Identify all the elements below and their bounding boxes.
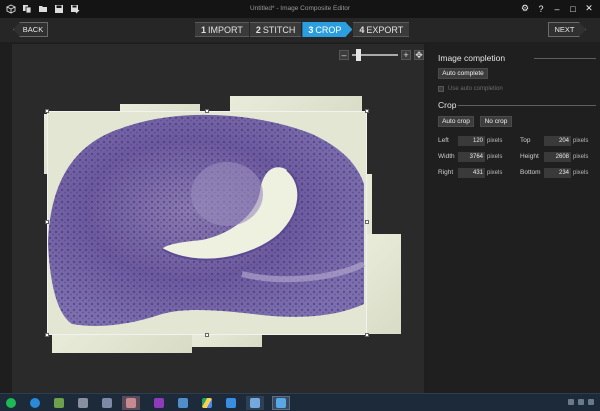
crop-handle-top-right[interactable] [365, 109, 369, 113]
onenote-icon[interactable] [150, 396, 168, 410]
window-controls: ⚙ ? – □ ✕ [518, 2, 596, 15]
crop-settings-panel: Image completion Auto complete Use auto … [428, 44, 600, 393]
crop-handle-bottom-left[interactable] [45, 333, 49, 337]
use-auto-completion-label: Use auto completion [448, 86, 503, 92]
crop-handle-top-left[interactable] [45, 109, 49, 113]
bottom-label: Bottom [520, 169, 541, 176]
left-label: Left [438, 137, 449, 144]
gpu-tool-icon[interactable] [50, 396, 68, 410]
step-label: IMPORT [208, 24, 243, 35]
crop-handle-right[interactable] [365, 220, 369, 224]
panorama-canvas[interactable]: – + ✥ [12, 44, 424, 393]
top-unit: pixels [573, 138, 589, 144]
close-icon[interactable]: ✕ [582, 2, 596, 15]
step-import[interactable]: 1 IMPORT [195, 22, 249, 37]
auto-complete-button[interactable]: Auto complete [438, 68, 488, 79]
top-label: Top [520, 137, 531, 144]
top-input[interactable]: 204 [544, 136, 571, 146]
minimize-icon[interactable]: – [550, 2, 564, 15]
step-number: 1 [201, 24, 207, 35]
windows-icon[interactable] [246, 396, 264, 410]
step-number: 3 [308, 24, 314, 35]
window-title: Untitled* - Image Composite Editor [249, 5, 351, 12]
step-label: EXPORT [366, 24, 404, 35]
tray-icon[interactable] [588, 399, 594, 405]
zoom-slider[interactable] [352, 49, 398, 61]
left-unit: pixels [487, 138, 503, 144]
checkbox-box[interactable] [438, 86, 444, 92]
step-navigation: BACK 1 IMPORT 2 STITCH 3 CROP 4 EXPORT NEXT [0, 18, 600, 42]
right-label: Right [438, 169, 454, 176]
back-button[interactable]: BACK [13, 22, 48, 37]
zoom-to-fit-icon[interactable]: ✥ [414, 50, 424, 60]
crop-handle-bottom-right[interactable] [365, 333, 369, 337]
app-icon[interactable] [98, 396, 116, 410]
crop-handle-left[interactable] [45, 220, 49, 224]
crop-handle-top[interactable] [205, 109, 209, 113]
image-viewer-icon[interactable] [174, 396, 192, 410]
tray-icon[interactable] [578, 399, 584, 405]
height-unit: pixels [573, 154, 589, 160]
crop-rectangle[interactable] [45, 109, 369, 337]
zoom-slider-thumb[interactable] [356, 49, 361, 61]
zoom-in-button[interactable]: + [401, 50, 411, 60]
step-number: 4 [359, 24, 365, 35]
wizard-steps: 1 IMPORT 2 STITCH 3 CROP 4 EXPORT [195, 22, 410, 37]
step-crop[interactable]: 3 CROP [302, 22, 352, 37]
spotify-icon[interactable] [2, 396, 20, 410]
zoom-out-button[interactable]: – [339, 50, 349, 60]
help-icon[interactable]: ? [534, 2, 548, 15]
maximize-icon[interactable]: □ [566, 2, 580, 15]
image-completion-title: Image completion [438, 53, 506, 63]
section-divider [534, 58, 596, 59]
crop-title: Crop [438, 100, 457, 110]
internet-explorer-icon[interactable] [26, 396, 44, 410]
app-icon[interactable] [74, 396, 92, 410]
tray-icon[interactable] [568, 399, 574, 405]
next-button[interactable]: NEXT [548, 22, 586, 37]
step-number: 2 [255, 24, 261, 35]
title-bar: Untitled* - Image Composite Editor ⚙ ? –… [0, 0, 600, 18]
taskbar [0, 393, 600, 411]
step-stitch[interactable]: 2 STITCH [249, 22, 302, 37]
step-label: STITCH [262, 24, 296, 35]
crop-handle-bottom[interactable] [205, 333, 209, 337]
height-label: Height [520, 153, 539, 160]
photo-app-icon[interactable] [122, 396, 140, 410]
system-tray [568, 399, 594, 405]
bottom-input[interactable]: 234 [544, 168, 571, 178]
step-label: CROP [315, 24, 342, 35]
width-unit: pixels [487, 154, 503, 160]
use-auto-completion-checkbox[interactable]: Use auto completion [438, 86, 503, 92]
bottom-unit: pixels [573, 170, 589, 176]
right-input[interactable]: 431 [458, 168, 485, 178]
google-drive-icon[interactable] [198, 396, 216, 410]
no-crop-button[interactable]: No crop [480, 116, 512, 127]
height-input[interactable]: 2608 [544, 152, 571, 162]
right-unit: pixels [487, 170, 503, 176]
image-composite-editor-icon[interactable] [272, 396, 290, 410]
width-label: Width [438, 153, 455, 160]
settings-icon[interactable]: ⚙ [518, 2, 532, 15]
app-icon[interactable] [222, 396, 240, 410]
step-export[interactable]: 4 EXPORT [353, 22, 410, 37]
section-divider [458, 105, 596, 106]
width-input[interactable]: 3764 [458, 152, 485, 162]
left-input[interactable]: 120 [458, 136, 485, 146]
auto-crop-button[interactable]: Auto crop [438, 116, 474, 127]
zoom-control: – + ✥ [339, 49, 424, 61]
